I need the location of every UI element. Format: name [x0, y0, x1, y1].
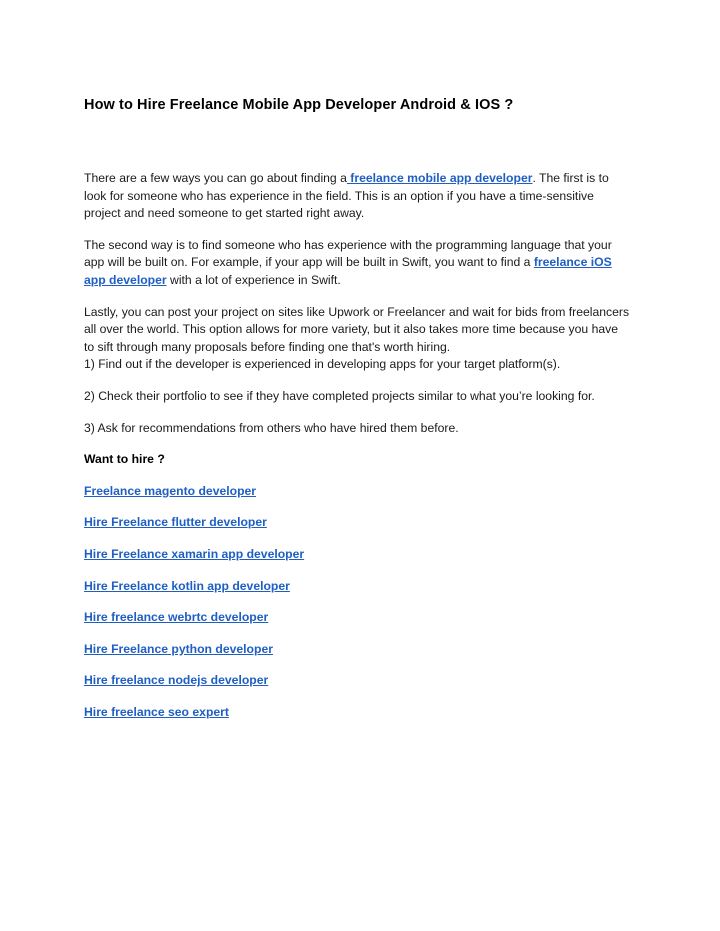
paragraph-second-way-text-after: with a lot of experience in Swift. — [166, 272, 341, 287]
paragraph-lastly: Lastly, you can post your project on sit… — [84, 304, 630, 354]
link-freelance-mobile-app-developer[interactable]: freelance mobile app developer — [347, 171, 532, 185]
cta-link-row: Hire freelance webrtc developer — [84, 609, 630, 627]
document-content: How to Hire Freelance Mobile App Develop… — [84, 96, 630, 721]
cta-heading: Want to hire ? — [84, 452, 165, 467]
link-freelance-magento-developer[interactable]: Freelance magento developer — [84, 484, 256, 498]
link-hire-freelance-webrtc-developer[interactable]: Hire freelance webrtc developer — [84, 610, 268, 624]
numbered-item-3: 3) Ask for recommendations from others w… — [84, 420, 459, 435]
cta-link-row: Hire Freelance kotlin app developer — [84, 578, 630, 596]
paragraph-second-way-text-before: The second way is to find someone who ha… — [84, 237, 612, 270]
link-hire-freelance-seo-expert[interactable]: Hire freelance seo expert — [84, 705, 229, 719]
paragraph-second-way: The second way is to find someone who ha… — [84, 237, 630, 290]
cta-link-row: Hire freelance nodejs developer — [84, 672, 630, 690]
title-spacer — [84, 114, 630, 170]
numbered-item-1: 1) Find out if the developer is experien… — [84, 357, 561, 372]
cta-link-row: Hire Freelance python developer — [84, 641, 630, 659]
cta-link-row: Hire freelance seo expert — [84, 704, 630, 722]
page-title: How to Hire Freelance Mobile App Develop… — [84, 97, 514, 113]
link-hire-freelance-xamarin-app-developer[interactable]: Hire Freelance xamarin app developer — [84, 547, 304, 561]
link-hire-freelance-nodejs-developer[interactable]: Hire freelance nodejs developer — [84, 673, 268, 687]
link-hire-freelance-python-developer[interactable]: Hire Freelance python developer — [84, 642, 273, 656]
paragraph-intro-text-before: There are a few ways you can go about fi… — [84, 171, 347, 185]
cta-link-row: Hire Freelance flutter developer — [84, 514, 630, 532]
link-hire-freelance-kotlin-app-developer[interactable]: Hire Freelance kotlin app developer — [84, 579, 290, 593]
link-hire-freelance-flutter-developer[interactable]: Hire Freelance flutter developer — [84, 515, 267, 529]
document-page: How to Hire Freelance Mobile App Develop… — [0, 0, 720, 931]
paragraph-intro: There are a few ways you can go about fi… — [84, 170, 630, 223]
cta-link-row: Hire Freelance xamarin app developer — [84, 546, 630, 564]
cta-link-row: Freelance magento developer — [84, 483, 630, 501]
numbered-item-2: 2) Check their portfolio to see if they … — [84, 388, 595, 403]
